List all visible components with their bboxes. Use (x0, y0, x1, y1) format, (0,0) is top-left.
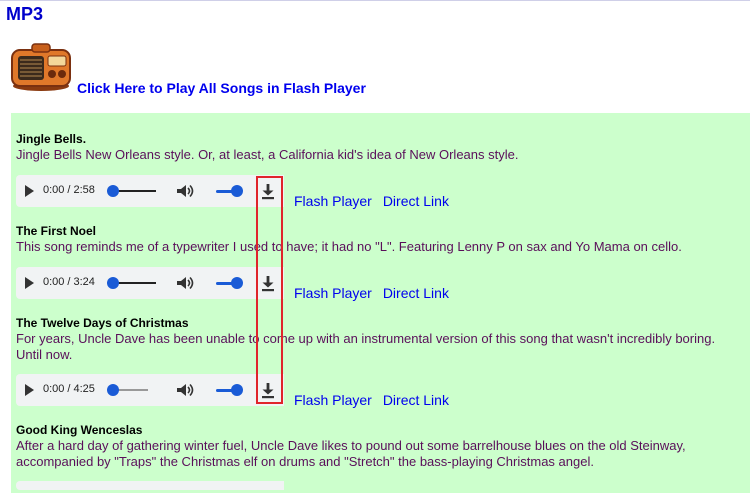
volume-handle[interactable] (231, 384, 243, 396)
top-divider (0, 0, 750, 1)
play-all-songs-link[interactable]: Click Here to Play All Songs in Flash Pl… (77, 80, 366, 96)
song-links: Flash Player Direct Link (294, 392, 460, 408)
current-time: 0:00 (43, 184, 65, 196)
song-title: Jingle Bells. (16, 132, 87, 146)
song-item-jingle-bells: Jingle Bells. Jingle Bells New Orleans s… (16, 132, 736, 163)
audio-player: 0:00/4:25 (16, 374, 284, 406)
flash-player-link[interactable]: Flash Player (294, 392, 372, 408)
audio-player: 0:00/2:58 (16, 175, 284, 207)
play-icon[interactable] (25, 185, 34, 197)
duration: 3:24 (73, 276, 95, 288)
direct-link[interactable]: Direct Link (383, 392, 449, 408)
song-title: Good King Wenceslas (16, 423, 143, 437)
play-icon[interactable] (25, 384, 34, 396)
song-title: The Twelve Days of Christmas (16, 316, 189, 330)
download-column-highlight (256, 176, 283, 404)
play-icon[interactable] (25, 277, 34, 289)
song-title: The First Noel (16, 224, 97, 238)
flash-player-link[interactable]: Flash Player (294, 285, 372, 301)
seek-handle[interactable] (107, 384, 119, 396)
current-time: 0:00 (43, 276, 65, 288)
page-title: MP3 (6, 4, 44, 24)
song-description: For years, Uncle Dave has been unable to… (16, 331, 716, 362)
time-display: 0:00/4:25 (43, 383, 95, 395)
time-separator: / (67, 184, 71, 196)
time-display: 0:00/2:58 (43, 184, 95, 196)
volume-icon[interactable] (176, 383, 194, 397)
seek-handle[interactable] (107, 277, 119, 289)
song-item-good-king-wenceslas: Good King Wenceslas After a hard day of … (16, 423, 736, 470)
song-description: This song reminds me of a typewriter I u… (16, 239, 682, 254)
volume-icon[interactable] (176, 184, 194, 198)
time-separator: / (67, 276, 71, 288)
volume-handle[interactable] (231, 277, 243, 289)
current-time: 0:00 (43, 383, 65, 395)
duration: 2:58 (73, 184, 95, 196)
direct-link[interactable]: Direct Link (383, 193, 449, 209)
seek-handle[interactable] (107, 185, 119, 197)
audio-player-partial (16, 481, 284, 490)
song-item-first-noel: The First Noel This song reminds me of a… (16, 224, 736, 255)
time-separator: / (67, 383, 71, 395)
direct-link[interactable]: Direct Link (383, 285, 449, 301)
song-links: Flash Player Direct Link (294, 193, 460, 209)
song-description: Jingle Bells New Orleans style. Or, at l… (16, 147, 519, 162)
radio-icon[interactable] (10, 42, 72, 92)
song-links: Flash Player Direct Link (294, 285, 460, 301)
audio-player: 0:00/3:24 (16, 267, 284, 299)
flash-player-link[interactable]: Flash Player (294, 193, 372, 209)
volume-handle[interactable] (231, 185, 243, 197)
time-display: 0:00/3:24 (43, 276, 95, 288)
duration: 4:25 (73, 383, 95, 395)
volume-icon[interactable] (176, 276, 194, 290)
song-description: After a hard day of gathering winter fue… (16, 438, 686, 469)
song-item-twelve-days: The Twelve Days of Christmas For years, … (16, 316, 736, 363)
